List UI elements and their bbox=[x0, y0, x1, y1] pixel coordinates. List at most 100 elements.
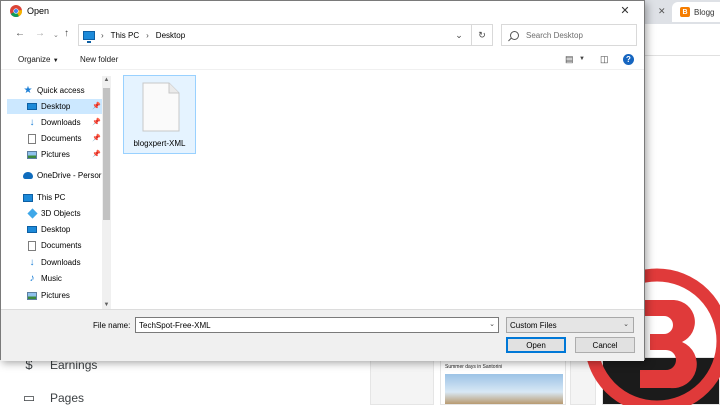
nav-item-label: Downloads bbox=[41, 118, 81, 127]
file-list[interactable]: blogxpert-XML bbox=[115, 71, 645, 309]
nav-item-label: Pictures bbox=[41, 291, 70, 300]
sidebar-item-label: Pages bbox=[50, 391, 85, 405]
star-icon: ★ bbox=[23, 84, 33, 96]
nav-item-music[interactable]: ♪ Music bbox=[7, 271, 103, 286]
file-name-value: TechSpot-Free-XML bbox=[139, 320, 211, 330]
navigation-row: ← → ⌄ ↑ › This PC › Desktop ⌄ ↻ Search D… bbox=[1, 24, 644, 46]
nav-item-label: 3D Objects bbox=[41, 209, 81, 218]
nav-item-desktop[interactable]: Desktop bbox=[7, 222, 103, 237]
pages-icon: ▭ bbox=[22, 390, 36, 405]
forward-arrow-icon[interactable]: → bbox=[35, 28, 45, 40]
view-options-icon[interactable]: ▤ bbox=[565, 54, 574, 65]
organize-label: Organize bbox=[18, 55, 51, 64]
dialog-titlebar[interactable]: Open ✕ bbox=[1, 1, 644, 22]
dropdown-triangle-icon: ▼ bbox=[52, 58, 59, 64]
help-icon[interactable]: ? bbox=[623, 54, 634, 65]
theme-thumbnail[interactable] bbox=[370, 357, 434, 405]
file-name-input[interactable]: TechSpot-Free-XML ⌄ bbox=[135, 317, 499, 333]
chevron-down-icon[interactable]: ⌄ bbox=[623, 320, 629, 328]
nav-item-label: Pictures bbox=[41, 150, 70, 159]
cancel-button[interactable]: Cancel bbox=[575, 337, 635, 353]
nav-item-downloads[interactable]: ↓ Downloads bbox=[7, 255, 103, 270]
this-pc-icon bbox=[23, 193, 33, 203]
pictures-icon bbox=[27, 291, 37, 301]
nav-item-label: Music bbox=[41, 274, 62, 283]
breadcrumb-separator-icon[interactable]: › bbox=[146, 31, 149, 40]
file-name-label: File name: bbox=[93, 321, 131, 330]
up-arrow-icon[interactable]: ↑ bbox=[64, 28, 69, 40]
this-pc-icon bbox=[83, 30, 95, 43]
music-icon: ♪ bbox=[29, 272, 35, 284]
thumbnail-image bbox=[445, 374, 563, 404]
search-placeholder: Search Desktop bbox=[526, 30, 583, 40]
organize-menu-button[interactable]: Organize ▼ bbox=[18, 55, 59, 64]
3d-objects-icon bbox=[26, 208, 38, 219]
downloads-icon: ↓ bbox=[29, 256, 35, 268]
nav-item-label: This PC bbox=[37, 193, 66, 202]
recent-locations-chevron-icon[interactable]: ⌄ bbox=[53, 30, 59, 42]
dialog-footer: File name: TechSpot-Free-XML ⌄ Custom Fi… bbox=[1, 309, 644, 361]
file-item[interactable]: blogxpert-XML bbox=[123, 75, 196, 154]
nav-item-label: Documents bbox=[41, 241, 82, 250]
scroll-down-icon[interactable]: ▼ bbox=[102, 302, 111, 308]
view-options-dropdown-icon[interactable]: ▼ bbox=[579, 56, 585, 62]
nav-item-label: Quick access bbox=[37, 86, 85, 95]
desktop-folder-icon bbox=[27, 102, 37, 112]
pin-icon[interactable]: 📌 bbox=[92, 118, 101, 126]
close-icon[interactable]: ✕ bbox=[616, 3, 634, 19]
blogger-favicon-icon: B bbox=[680, 7, 690, 17]
pin-icon[interactable]: 📌 bbox=[92, 134, 101, 142]
nav-item-desktop-pinned[interactable]: Desktop 📌 bbox=[7, 99, 103, 114]
scroll-up-icon[interactable]: ▲ bbox=[102, 77, 111, 83]
nav-item-documents-pinned[interactable]: Documents 📌 bbox=[7, 131, 103, 146]
search-input[interactable]: Search Desktop bbox=[501, 24, 637, 46]
nav-item-label: OneDrive - Persor bbox=[37, 171, 102, 180]
refresh-icon[interactable]: ↻ bbox=[471, 24, 493, 46]
navigation-pane: ★ Quick access Desktop 📌 ↓ Downloads 📌 D… bbox=[7, 76, 111, 309]
file-name: blogxpert-XML bbox=[133, 139, 186, 148]
documents-icon bbox=[27, 240, 37, 251]
open-button[interactable]: Open bbox=[506, 337, 566, 353]
breadcrumb-separator-icon[interactable]: › bbox=[101, 31, 104, 40]
documents-icon bbox=[27, 133, 37, 144]
nav-item-onedrive[interactable]: OneDrive - Persor bbox=[7, 168, 103, 183]
nav-item-3d-objects[interactable]: 3D Objects bbox=[7, 206, 103, 221]
blank-file-icon bbox=[142, 82, 180, 132]
nav-item-this-pc[interactable]: This PC bbox=[7, 190, 103, 205]
breadcrumb-this-pc[interactable]: This PC bbox=[111, 31, 139, 40]
address-history-chevron-icon[interactable]: ⌄ bbox=[449, 24, 469, 46]
browser-tab-title: Blogg bbox=[694, 7, 715, 17]
file-type-value: Custom Files bbox=[510, 320, 557, 330]
nav-item-pictures[interactable]: Pictures bbox=[7, 288, 103, 303]
browser-tab-blogger[interactable]: B Blogg bbox=[672, 2, 720, 22]
address-bar[interactable]: › This PC › Desktop bbox=[78, 24, 493, 46]
downloads-icon: ↓ bbox=[29, 116, 35, 128]
scrollbar-thumb[interactable] bbox=[103, 88, 110, 220]
chevron-down-icon[interactable]: ⌄ bbox=[489, 320, 495, 328]
nav-item-pictures-pinned[interactable]: Pictures 📌 bbox=[7, 147, 103, 162]
navigation-pane-scrollbar[interactable]: ▲ ▼ bbox=[102, 76, 111, 309]
desktop-folder-icon bbox=[27, 225, 37, 235]
nav-item-label: Desktop bbox=[41, 102, 71, 111]
file-type-select[interactable]: Custom Files ⌄ bbox=[506, 317, 634, 333]
nav-item-quick-access[interactable]: ★ Quick access bbox=[7, 83, 103, 98]
breadcrumb-desktop[interactable]: Desktop bbox=[156, 31, 185, 40]
nav-item-label: Desktop bbox=[41, 225, 71, 234]
tab-close-icon[interactable]: ✕ bbox=[658, 6, 666, 17]
nav-item-label: Downloads bbox=[41, 258, 81, 267]
chrome-icon bbox=[10, 5, 22, 17]
onedrive-icon bbox=[23, 171, 33, 181]
preview-pane-icon[interactable]: ◫ bbox=[600, 54, 609, 65]
thumbnail-title: Summer days in Santorini bbox=[445, 364, 503, 370]
pin-icon[interactable]: 📌 bbox=[92, 102, 101, 110]
pin-icon[interactable]: 📌 bbox=[92, 150, 101, 158]
theme-thumbnail[interactable]: Summer days in Santorini bbox=[440, 357, 566, 405]
back-arrow-icon[interactable]: ← bbox=[15, 28, 25, 40]
new-folder-button[interactable]: New folder bbox=[80, 55, 118, 64]
search-icon bbox=[510, 30, 519, 40]
sidebar-item-pages[interactable]: ▭ Pages bbox=[22, 390, 84, 405]
nav-item-documents[interactable]: Documents bbox=[7, 238, 103, 253]
nav-item-label: Documents bbox=[41, 134, 82, 143]
nav-item-downloads-pinned[interactable]: ↓ Downloads 📌 bbox=[7, 115, 103, 130]
dialog-title: Open bbox=[27, 6, 50, 16]
